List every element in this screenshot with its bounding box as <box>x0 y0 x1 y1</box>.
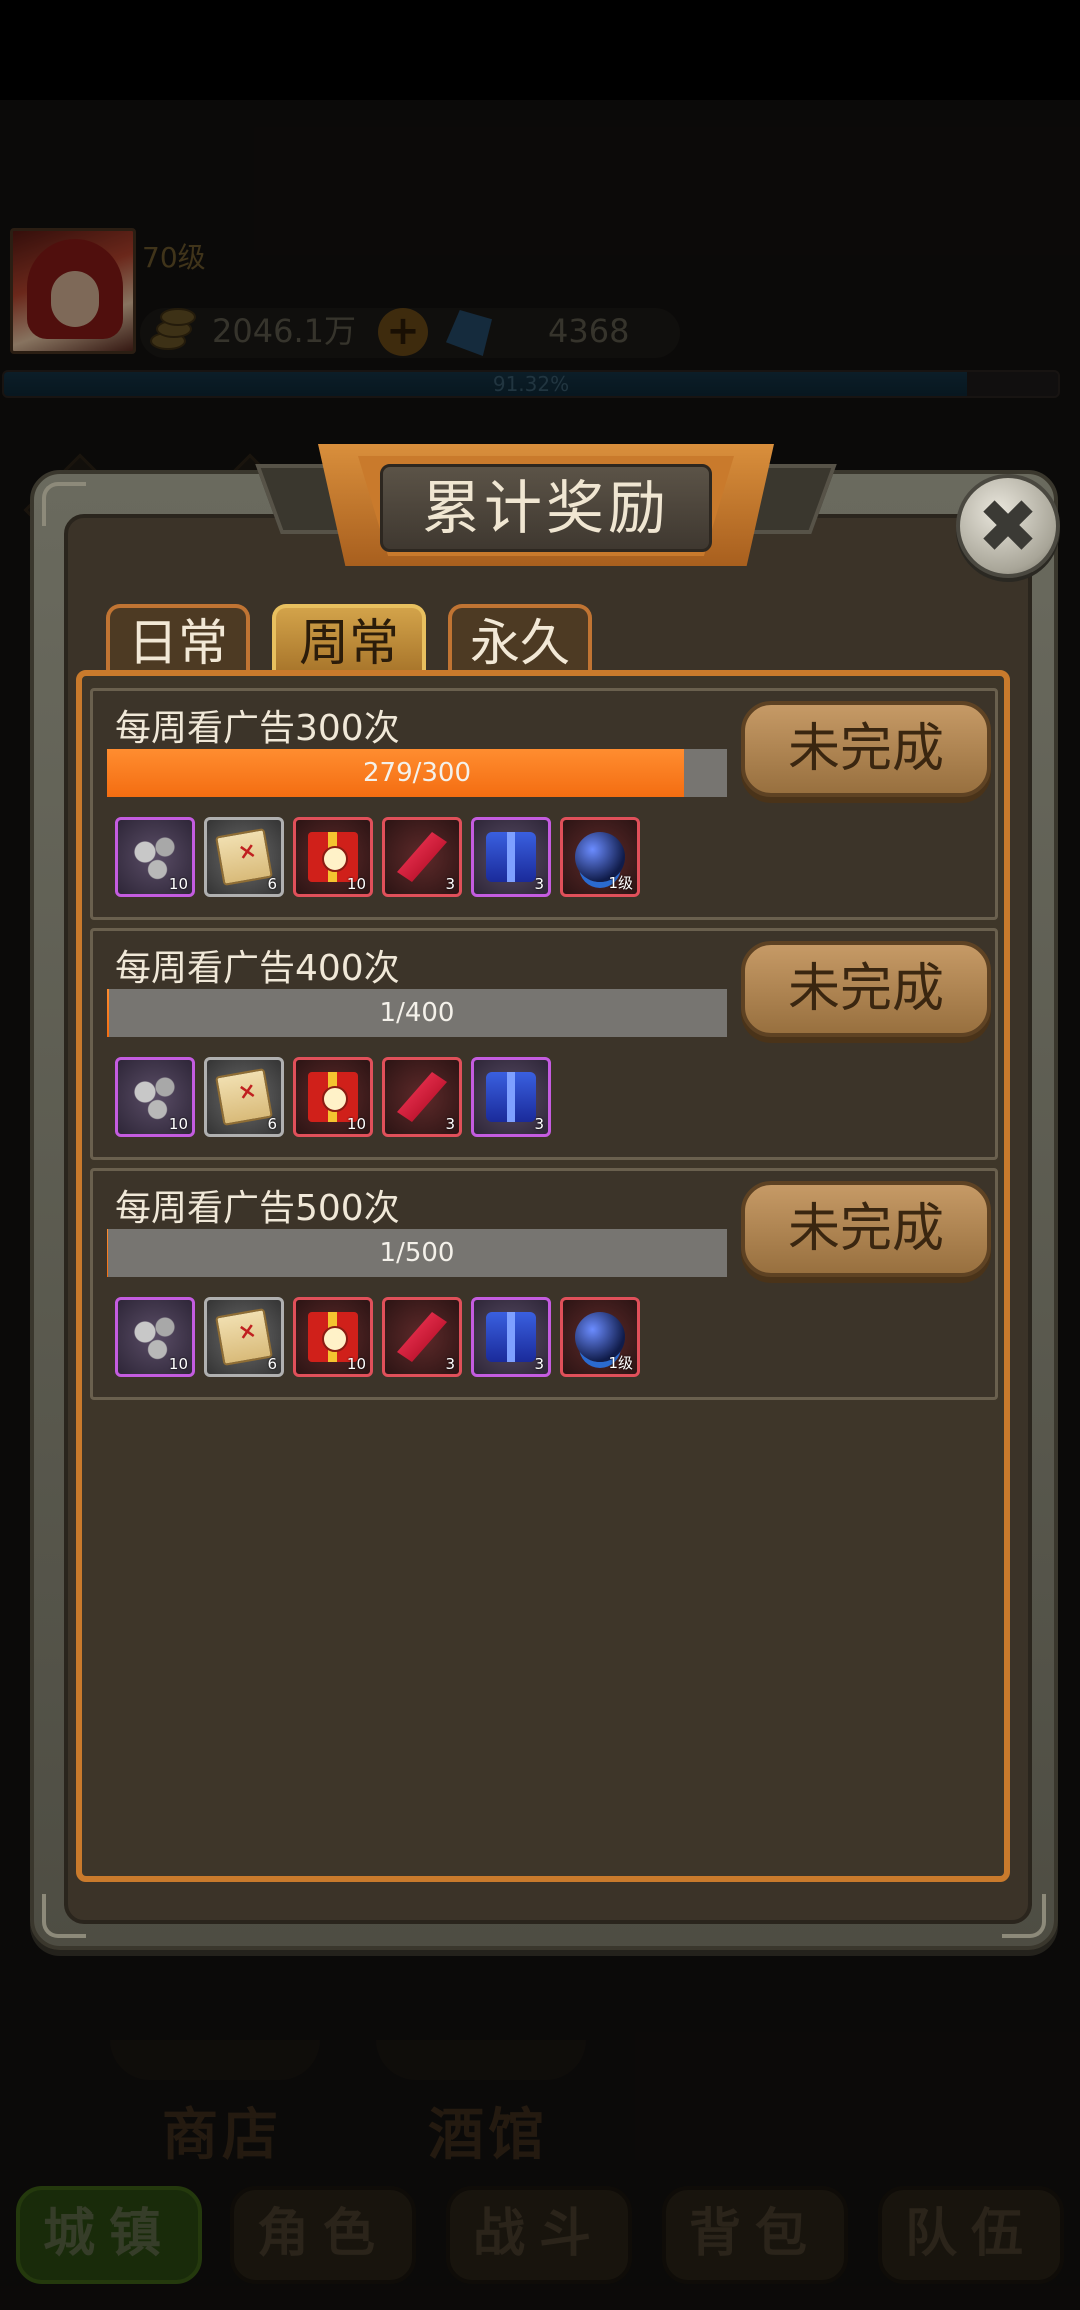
reward-qty: 1级 <box>608 874 633 892</box>
box-icon <box>486 832 536 882</box>
reward-item[interactable]: 3 <box>471 1297 551 1377</box>
reward-qty: 10 <box>346 875 366 893</box>
task-card: 每周看广告400次 1/400 未完成 10 6 10 3 3 <box>90 928 998 1160</box>
crystal-icon <box>397 832 447 882</box>
task-status-button[interactable]: 未完成 <box>741 941 991 1037</box>
box-icon <box>486 1312 536 1362</box>
task-progress-bar: 279/300 <box>107 749 727 797</box>
tab-weekly[interactable]: 周常 <box>272 604 426 674</box>
reward-qty: 10 <box>168 875 188 893</box>
task-progress-text: 1/500 <box>379 1238 455 1268</box>
reward-qty: 10 <box>168 1355 188 1373</box>
tab-daily[interactable]: 日常 <box>106 604 250 674</box>
reward-item[interactable]: 10 <box>293 817 373 897</box>
reward-qty: 6 <box>267 1355 277 1373</box>
reward-qty: 6 <box>267 875 277 893</box>
dialog-title-plate: 累计奖励 <box>255 444 837 570</box>
task-progress-bar: 1/400 <box>107 989 727 1037</box>
reward-item[interactable]: 10 <box>115 817 195 897</box>
reward-item[interactable]: 10 <box>293 1297 373 1377</box>
reward-qty: 10 <box>346 1355 366 1373</box>
reward-item[interactable]: 6 <box>204 1057 284 1137</box>
task-status-button[interactable]: 未完成 <box>741 1181 991 1277</box>
task-title: 每周看广告400次 <box>115 948 400 989</box>
task-progress-bar: 1/500 <box>107 1229 727 1277</box>
task-progress-text: 279/300 <box>362 758 471 788</box>
reward-item[interactable]: 10 <box>293 1057 373 1137</box>
task-title: 每周看广告300次 <box>115 708 400 749</box>
tab-permanent[interactable]: 永久 <box>448 604 592 674</box>
reward-qty: 10 <box>346 1115 366 1133</box>
reward-qty: 3 <box>534 1355 544 1373</box>
reward-qty: 3 <box>534 1115 544 1133</box>
close-icon: ✖ <box>976 484 1039 570</box>
reward-item[interactable]: 6 <box>204 1297 284 1377</box>
reward-qty: 10 <box>168 1115 188 1133</box>
crystal-icon <box>397 1072 447 1122</box>
scroll-icon <box>215 1308 273 1366</box>
reward-item[interactable]: 3 <box>471 817 551 897</box>
reward-item[interactable]: 3 <box>382 1297 462 1377</box>
task-card: 每周看广告500次 1/500 未完成 10 6 10 3 3 1级 <box>90 1168 998 1400</box>
reward-qty: 3 <box>445 1115 455 1133</box>
crystal-icon <box>397 1312 447 1362</box>
scroll-icon <box>215 828 273 886</box>
reward-qty: 3 <box>534 875 544 893</box>
box-icon <box>486 1072 536 1122</box>
reward-item[interactable]: 1级 <box>560 1297 640 1377</box>
task-progress-text: 1/400 <box>379 998 455 1028</box>
reward-qty: 3 <box>445 875 455 893</box>
task-card: 每周看广告300次 279/300 未完成 10 6 10 3 3 1级 <box>90 688 998 920</box>
reward-item[interactable]: 3 <box>382 1057 462 1137</box>
close-button[interactable]: ✖ <box>956 474 1060 578</box>
task-title: 每周看广告500次 <box>115 1188 400 1229</box>
reward-item[interactable]: 3 <box>471 1057 551 1137</box>
reward-qty: 1级 <box>608 1354 633 1372</box>
reward-item[interactable]: 6 <box>204 817 284 897</box>
reward-item[interactable]: 1级 <box>560 817 640 897</box>
scroll-icon <box>215 1068 273 1126</box>
reward-item[interactable]: 10 <box>115 1297 195 1377</box>
reward-item[interactable]: 10 <box>115 1057 195 1137</box>
reward-qty: 3 <box>445 1355 455 1373</box>
task-status-button[interactable]: 未完成 <box>741 701 991 797</box>
reward-qty: 6 <box>267 1115 277 1133</box>
reward-item[interactable]: 3 <box>382 817 462 897</box>
dialog-title: 累计奖励 <box>421 474 670 542</box>
